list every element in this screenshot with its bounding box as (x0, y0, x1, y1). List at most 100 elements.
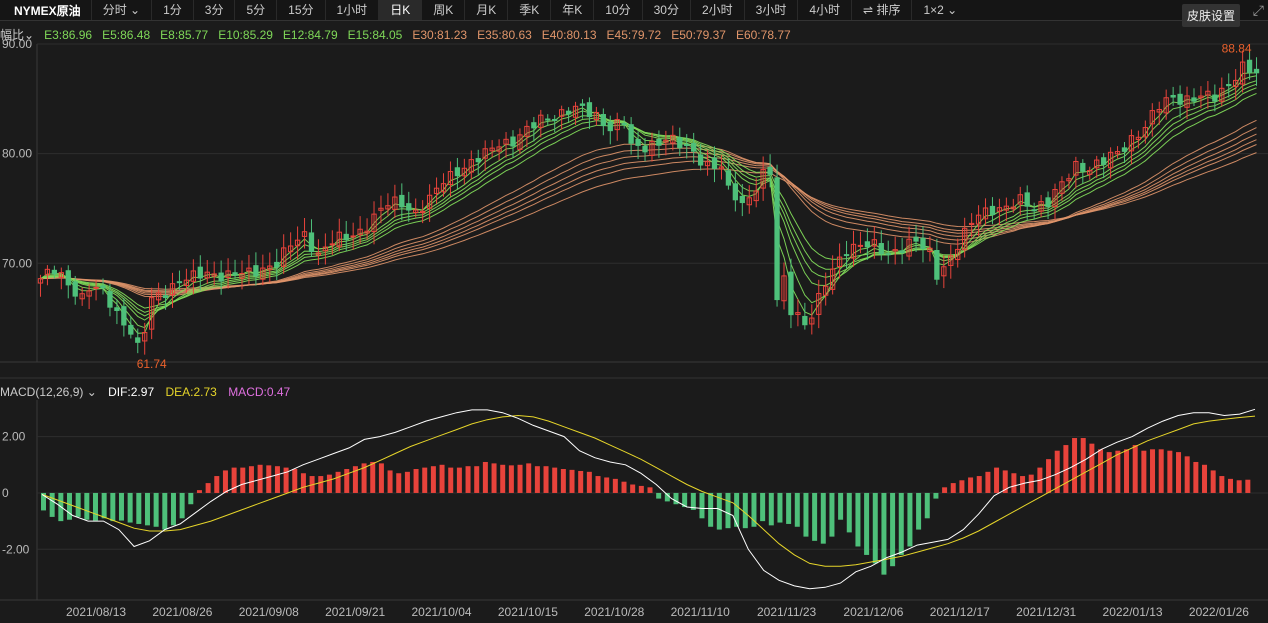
candle-body (1226, 84, 1232, 87)
candle-body (1024, 192, 1030, 207)
price-tick-label: 90.00 (2, 37, 32, 51)
macd-bar (725, 492, 731, 529)
date-tick-label: 2022/01/26 (1189, 605, 1249, 619)
candle-body (475, 158, 481, 163)
candle-body (1212, 94, 1218, 102)
candle-body (399, 194, 405, 208)
macd-bar (872, 492, 878, 564)
candle-body (72, 281, 78, 297)
candle-body (454, 167, 461, 177)
macd-bar (907, 492, 913, 547)
candle-body (406, 203, 412, 211)
candle-body (162, 295, 169, 299)
candle-body (989, 205, 996, 216)
macd-bar (1150, 449, 1156, 493)
candle-body (1080, 162, 1086, 172)
macd-bar (387, 470, 393, 493)
macd-bar (950, 483, 956, 493)
candle-body (732, 183, 739, 201)
macd-bar (898, 492, 904, 555)
candle-body (350, 235, 356, 238)
chart-canvas: 70.00 80.00 90.00 -2.00 0 2.00 2021/08/13 2021/… (0, 37, 1268, 619)
date-tick-label: 2021/12/17 (930, 605, 990, 619)
date-tick-label: 2021/09/21 (325, 605, 385, 619)
candle-body (899, 250, 905, 254)
macd-bar (110, 492, 116, 522)
macd-bar (1115, 450, 1121, 493)
candle-body (579, 103, 586, 106)
macd-bar (188, 492, 194, 505)
macd-bar (84, 492, 90, 520)
macd-bar (439, 464, 445, 493)
macd-bar (820, 492, 826, 544)
candle-body (711, 157, 718, 169)
candle-body (684, 143, 690, 146)
macd-bar (881, 492, 887, 575)
macd-bar (985, 471, 991, 493)
candle-body (114, 307, 120, 311)
macd-bar (378, 463, 384, 493)
macd-bar (101, 492, 107, 519)
macd-bar (829, 492, 835, 537)
candle-body (697, 154, 704, 166)
macd-bar (456, 467, 462, 493)
candle-body (1191, 97, 1197, 102)
macd-bar (786, 492, 792, 524)
macd-bar (318, 476, 324, 493)
macd-bar (170, 492, 176, 526)
candle-body (642, 145, 648, 153)
macd-bar (370, 461, 376, 493)
date-tick-label: 2021/12/31 (1016, 605, 1076, 619)
candle-body (51, 269, 58, 275)
macd-bar (196, 490, 202, 493)
ema-lines (40, 72, 1257, 334)
macd-bar (846, 492, 852, 533)
candle-body (329, 243, 335, 246)
macd-bar (994, 467, 1000, 493)
price-tick-label: 80.00 (2, 147, 32, 161)
macd-bar (543, 466, 549, 493)
macd-bar (214, 476, 220, 493)
macd-bar (1167, 450, 1173, 493)
macd-bar (586, 471, 592, 493)
macd-bar (933, 492, 939, 499)
macd-bar (1176, 452, 1182, 493)
macd-bar (49, 492, 55, 517)
macd-bar (222, 470, 228, 493)
macd-bar (838, 492, 844, 520)
date-tick-label: 2021/12/06 (843, 605, 903, 619)
macd-bar (448, 467, 454, 493)
macd-bar (1011, 473, 1017, 493)
macd-bar (127, 492, 133, 523)
macd-bar (1228, 478, 1234, 493)
candle-body (635, 138, 641, 146)
macd-bar (734, 492, 740, 527)
macd-bar (274, 466, 280, 493)
macd-bar (300, 473, 306, 493)
macd-bar (1193, 461, 1199, 493)
candle-body (1253, 68, 1260, 74)
macd-bar (560, 469, 566, 493)
macd-bar (248, 466, 254, 493)
ema-fast-line (40, 75, 1257, 329)
candle-body (607, 121, 613, 132)
macd-bar (465, 466, 471, 493)
ema-slow-line (40, 119, 1257, 298)
macd-bar (812, 492, 818, 541)
macd-bar (976, 476, 982, 493)
macd-bar (1080, 438, 1086, 493)
macd-bar (1184, 456, 1190, 493)
candle-body (121, 306, 127, 326)
macd-bar (794, 492, 800, 527)
macd-bar (595, 476, 601, 493)
candle-body (725, 170, 732, 186)
candle-body (343, 233, 349, 241)
macd-bar (1028, 474, 1034, 493)
price-extreme-label: 61.74 (137, 357, 167, 371)
macd-bar (742, 492, 748, 529)
macd-bar (656, 492, 662, 499)
candle-body (308, 232, 315, 253)
price-tick-label: 70.00 (2, 256, 32, 270)
macd-bar (92, 492, 98, 521)
candle-body (218, 272, 224, 282)
